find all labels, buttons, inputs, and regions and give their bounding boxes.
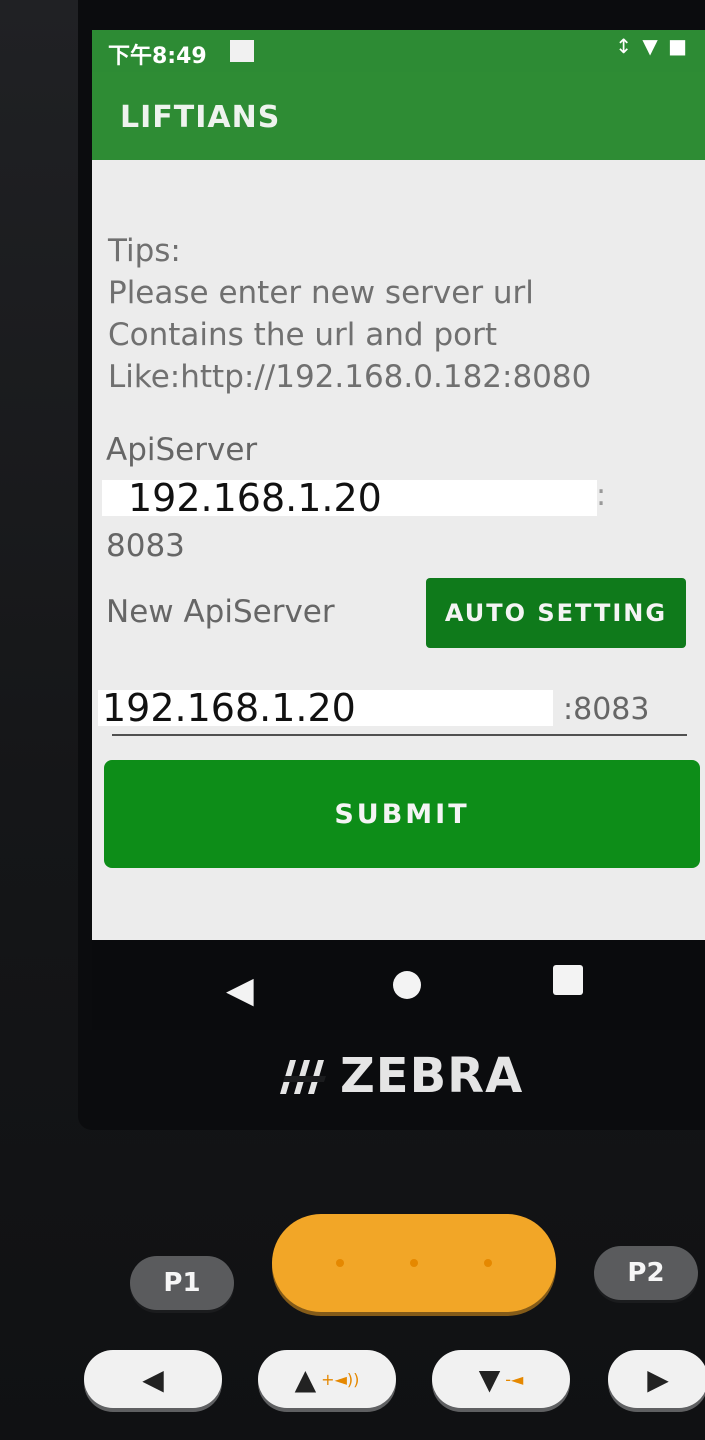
volume-up-icon: +◄)) [321,1369,360,1389]
up-arrow-icon: ▲ [294,1362,317,1396]
android-navigation-bar: ◀ [92,940,705,1030]
tips-line: Like:http://192.168.0.182:8080 [108,359,592,395]
scan-button-dot [484,1259,492,1267]
new-api-server-port[interactable]: :8083 [563,692,649,727]
api-server-port: 8083 [106,528,185,564]
right-arrow-button[interactable]: ▶ [608,1350,705,1408]
status-bar: 下午8:49 ↕ ▼ ■ [92,30,705,72]
api-server-value-text: 192.168.1.20 [128,476,382,520]
left-arrow-icon: ◀ [142,1362,164,1396]
app-bar: LIFTIANS [92,72,705,160]
p1-button[interactable]: P1 [130,1256,234,1310]
volume-up-button[interactable]: ▲ +◄)) [258,1350,396,1408]
settings-content: Tips: Please enter new server url Contai… [92,160,705,940]
zebra-logo: ZEBRA [272,1042,562,1112]
app-title: LIFTIANS [120,100,281,135]
volume-down-icon: -◄ [505,1369,524,1389]
scan-button-dot [410,1259,418,1267]
submit-button[interactable]: SUBMIT [104,760,700,868]
back-icon[interactable]: ◀ [226,970,254,1011]
zebra-logo-icon [280,1060,326,1094]
api-server-value: 192.168.1.20 [102,476,597,520]
device-keypad: P1 P2 ◀ ▲ +◄)) ▼ -◄ ▶ [0,1160,705,1440]
new-api-server-input[interactable]: 192.168.1.20 :8083 [98,689,687,736]
tips-line: Tips: [108,233,181,269]
tips-line: Please enter new server url [108,275,534,311]
api-server-label: ApiServer [106,432,258,468]
new-api-server-value[interactable]: 192.168.1.20 [102,689,356,727]
down-arrow-icon: ▼ [478,1362,501,1396]
recent-apps-icon[interactable] [553,965,583,995]
status-time: 下午8:49 [108,44,207,69]
zebra-brand-text: ZEBRA [340,1048,524,1104]
android-screen: 下午8:49 ↕ ▼ ■ LIFTIANS Tips: Please enter… [92,30,705,940]
scan-button[interactable] [272,1214,556,1312]
notification-icon [230,40,254,62]
tips-line: Contains the url and port [108,317,497,353]
right-arrow-icon: ▶ [647,1362,669,1396]
p2-button[interactable]: P2 [594,1246,698,1300]
volume-down-button[interactable]: ▼ -◄ [432,1350,570,1408]
status-icons: ↕ ▼ ■ [615,34,689,58]
new-api-server-label: New ApiServer [106,594,335,630]
scan-button-dot [336,1259,344,1267]
tips-text: Tips: Please enter new server url Contai… [108,230,688,398]
auto-setting-button[interactable]: AUTO SETTING [426,578,686,648]
left-arrow-button[interactable]: ◀ [84,1350,222,1408]
input-highlight: 192.168.1.20 [98,689,553,727]
api-server-colon: : [596,478,607,513]
home-icon[interactable] [393,971,421,999]
